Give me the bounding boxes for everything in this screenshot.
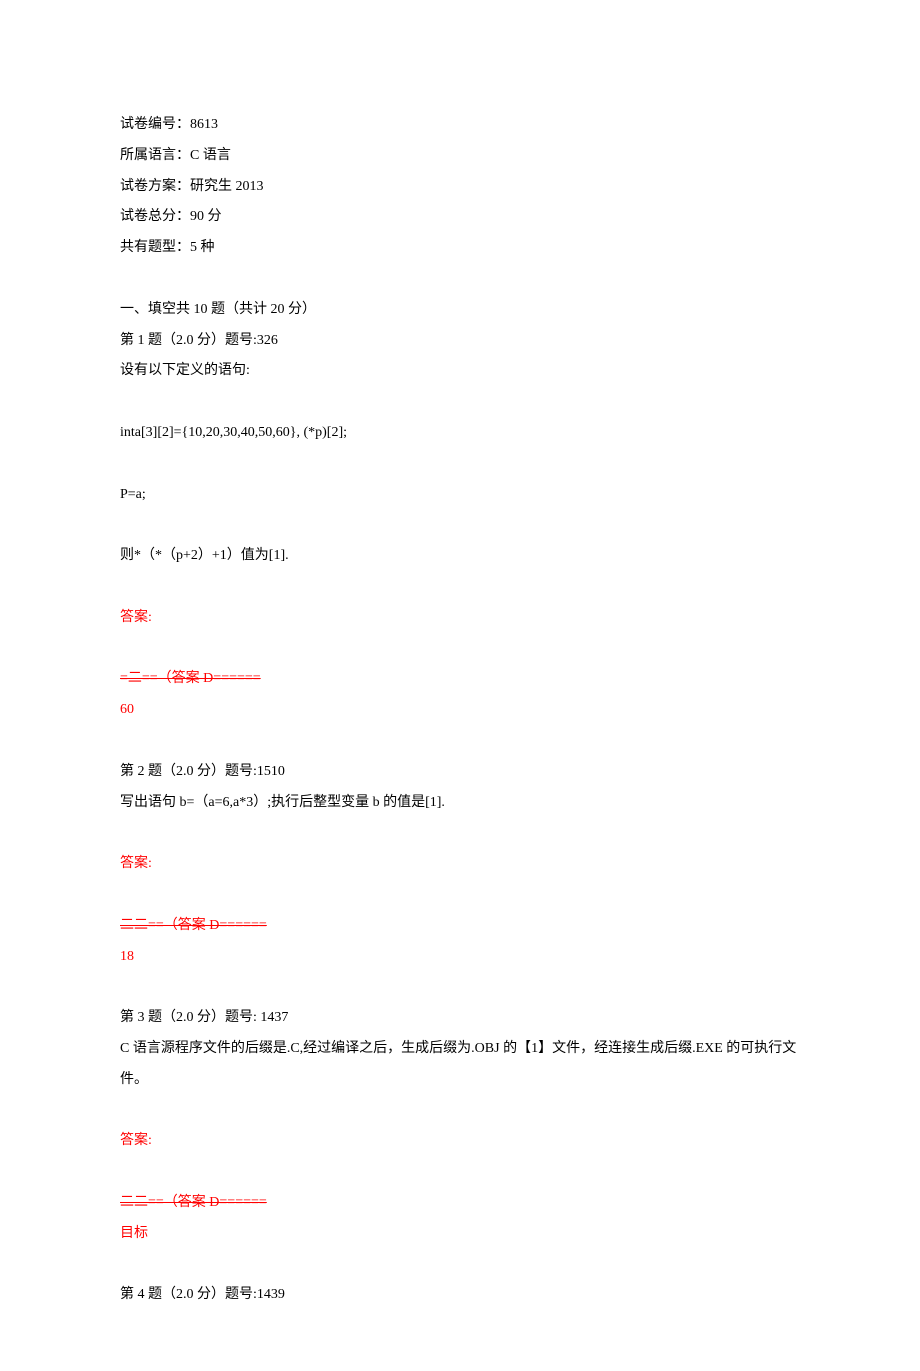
q2-line1: 写出语句 b=（a=6,a*3）;执行后整型变量 b 的值是[1]. xyxy=(120,788,800,819)
q2-answer-value: 18 xyxy=(120,942,800,973)
question-3: 第 3 题（2.0 分）题号: 1437 C 语言源程序文件的后缀是.C,经过编… xyxy=(120,1003,800,1249)
q3-header: 第 3 题（2.0 分）题号: 1437 xyxy=(120,1003,800,1034)
plan-line: 试卷方案：研究生 2013 xyxy=(120,172,800,203)
spacer xyxy=(120,726,800,757)
spacer xyxy=(120,1157,800,1188)
paper-id-value: 8613 xyxy=(190,117,218,132)
q3-line1: C 语言源程序文件的后缀是.C,经过编译之后，生成后缀为.OBJ 的【1】文件，… xyxy=(120,1034,800,1096)
spacer xyxy=(120,264,800,295)
spacer xyxy=(120,880,800,911)
q1-answer-label: 答案: xyxy=(120,603,800,634)
question-1: 第 1 题（2.0 分）题号:326 设有以下定义的语句: inta[3][2]… xyxy=(120,326,800,726)
spacer xyxy=(120,818,800,849)
q1-line1: 设有以下定义的语句: xyxy=(120,356,800,387)
question-4: 第 4 题（2.0 分）题号:1439 xyxy=(120,1280,800,1311)
q4-header: 第 4 题（2.0 分）题号:1439 xyxy=(120,1280,800,1311)
q1-line2: inta[3][2]={10,20,30,40,50,60}, (*p)[2]; xyxy=(120,418,800,449)
spacer xyxy=(120,510,800,541)
paper-id-label: 试卷编号： xyxy=(120,117,190,132)
total-score-value: 90 分 xyxy=(190,209,222,224)
question-2: 第 2 题（2.0 分）题号:1510 写出语句 b=（a=6,a*3）;执行后… xyxy=(120,757,800,973)
plan-value: 研究生 2013 xyxy=(190,179,264,194)
language-label: 所属语言： xyxy=(120,148,190,163)
language-value: C 语言 xyxy=(190,148,231,163)
q1-answer-value: 60 xyxy=(120,695,800,726)
q2-answer-label: 答案: xyxy=(120,849,800,880)
spacer xyxy=(120,634,800,665)
qtype-count-line: 共有题型：5 种 xyxy=(120,233,800,264)
plan-label: 试卷方案： xyxy=(120,179,190,194)
document-header: 试卷编号：8613 所属语言：C 语言 试卷方案：研究生 2013 试卷总分：9… xyxy=(120,110,800,264)
q2-answer-marker: 二二==（答案 D====== xyxy=(120,911,800,942)
qtype-count-label: 共有题型： xyxy=(120,240,190,255)
q1-line3: P=a; xyxy=(120,480,800,511)
section-title: 一、填空共 10 题（共计 20 分） xyxy=(120,295,800,326)
q3-answer-label: 答案: xyxy=(120,1126,800,1157)
q2-header: 第 2 题（2.0 分）题号:1510 xyxy=(120,757,800,788)
language-line: 所属语言：C 语言 xyxy=(120,141,800,172)
q1-line4: 则*（*（p+2）+1）值为[1]. xyxy=(120,541,800,572)
spacer xyxy=(120,387,800,418)
qtype-count-value: 5 种 xyxy=(190,240,215,255)
spacer xyxy=(120,1249,800,1280)
spacer xyxy=(120,1096,800,1127)
spacer xyxy=(120,972,800,1003)
paper-id-line: 试卷编号：8613 xyxy=(120,110,800,141)
q1-header: 第 1 题（2.0 分）题号:326 xyxy=(120,326,800,357)
total-score-line: 试卷总分：90 分 xyxy=(120,202,800,233)
q3-answer-value: 目标 xyxy=(120,1219,800,1250)
total-score-label: 试卷总分： xyxy=(120,209,190,224)
spacer xyxy=(120,449,800,480)
q1-answer-marker: =二==（答案 D====== xyxy=(120,664,800,695)
q3-answer-marker: 二二==（答案 D====== xyxy=(120,1188,800,1219)
spacer xyxy=(120,572,800,603)
